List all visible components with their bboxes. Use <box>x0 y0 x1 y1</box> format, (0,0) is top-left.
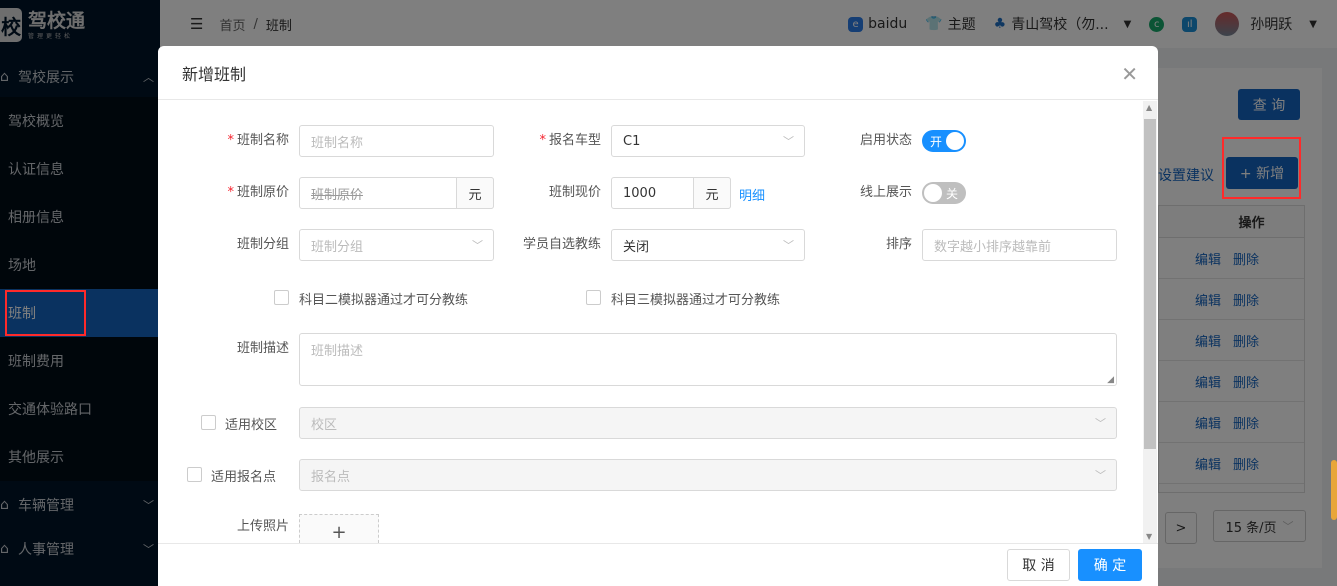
subject2-checkbox[interactable] <box>274 290 289 305</box>
resize-handle-icon: ◢ <box>1107 375 1114 385</box>
modal-body: * 班制名称 班制名称 * 报名车型 C1 ﹀ 启用状态 开 * 班制原价 班制原价元 … <box>158 101 1158 543</box>
subject3-label: 科目三模拟器通过才可分教练 <box>611 293 781 308</box>
signup-point-label: 适用报名点 <box>211 470 277 485</box>
sort-label: 排序 <box>885 237 912 252</box>
signup-point-checkbox[interactable] <box>187 467 202 482</box>
cur-price-label: 班制现价 <box>548 185 601 200</box>
group-label: 班制分组 <box>236 237 289 252</box>
campus-select[interactable]: 校区 ﹀ <box>299 407 1117 439</box>
edge-widget[interactable] <box>1331 460 1337 520</box>
confirm-button[interactable]: 确 定 <box>1078 549 1142 581</box>
modal-title: 新增班制 <box>182 64 247 84</box>
chevron-down-icon: ﹀ <box>1095 417 1106 430</box>
cancel-button[interactable]: 取 消 <box>1007 549 1070 581</box>
modal-scrollbar[interactable]: ▲ ▼ <box>1143 101 1157 543</box>
highlight-box <box>1222 137 1301 199</box>
class-name-input[interactable]: 班制名称 <box>299 125 494 157</box>
campus-checkbox[interactable] <box>201 415 216 430</box>
online-toggle[interactable]: 关 <box>922 182 966 204</box>
car-type-label: * 报名车型 <box>539 133 601 148</box>
name-label: * 班制名称 <box>227 133 289 148</box>
coach-label: 学员自选教练 <box>522 237 601 252</box>
enable-toggle[interactable]: 开 <box>922 130 966 152</box>
current-price-input[interactable]: 1000 元 <box>611 177 731 209</box>
enable-label: 启用状态 <box>859 133 912 148</box>
description-textarea[interactable]: 班制描述 ◢ <box>299 333 1117 386</box>
self-select-coach-select[interactable]: 关闭 ﹀ <box>611 229 805 261</box>
car-type-select[interactable]: C1 ﹀ <box>611 125 805 157</box>
chevron-down-icon: ﹀ <box>1095 469 1106 482</box>
photo-label: 上传照片 <box>236 519 289 534</box>
class-group-select[interactable]: 班制分组 ﹀ <box>299 229 494 261</box>
desc-label: 班制描述 <box>236 341 289 356</box>
subject3-checkbox[interactable] <box>586 290 601 305</box>
upload-photo-button[interactable]: + <box>299 514 379 543</box>
highlight-box <box>5 290 86 336</box>
original-price-input[interactable]: 班制原价元 <box>299 177 494 209</box>
plus-icon: + <box>331 522 347 543</box>
price-detail-link[interactable]: 明细 <box>739 185 765 204</box>
close-icon[interactable]: ✕ <box>1121 62 1138 86</box>
signup-point-select[interactable]: 报名点 ﹀ <box>299 459 1117 491</box>
subject2-label: 科目二模拟器通过才可分教练 <box>299 293 469 308</box>
modal-footer: 取 消 确 定 <box>158 543 1158 586</box>
online-label: 线上展示 <box>859 185 912 200</box>
sort-input[interactable]: 数字越小排序越靠前 <box>922 229 1117 261</box>
orig-price-label: * 班制原价 <box>227 185 289 200</box>
add-class-modal: 新增班制 ✕ * 班制名称 班制名称 * 报名车型 C1 ﹀ 启用状态 开 * 班制原价… <box>158 46 1158 586</box>
scroll-up-icon: ▲ <box>1146 103 1153 112</box>
scroll-down-icon: ▼ <box>1146 532 1153 541</box>
campus-label: 适用校区 <box>225 418 278 433</box>
